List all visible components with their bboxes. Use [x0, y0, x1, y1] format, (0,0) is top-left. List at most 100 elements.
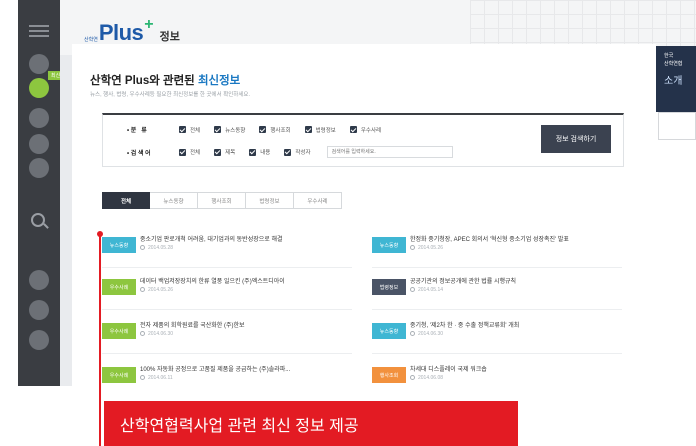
people-icon[interactable]: [29, 134, 49, 154]
news-date: 2014.06.08: [410, 375, 443, 381]
checkbox-icon: [349, 126, 357, 133]
row-divider: [102, 267, 352, 268]
search-checkbox-content[interactable]: 내용: [249, 148, 270, 156]
news-title[interactable]: 중소기업 판로개척 어려움, 대기업과의 동반성장으로 해결: [140, 234, 282, 243]
news-item[interactable]: 뉴스동향 중기청, '제2차 한 · 중 수출 정책교류회' 개최 2014.06.…: [372, 317, 612, 347]
type-checkbox-law[interactable]: 법령정보: [304, 126, 336, 134]
type-checkbox-event[interactable]: 행사조회: [259, 126, 291, 134]
right-banner-card[interactable]: [658, 112, 696, 140]
news-item[interactable]: 법령정보 공공기관의 정보공개에 관한 법률 시행규칙 2014.05.14: [372, 273, 612, 303]
home-icon[interactable]: [29, 158, 49, 178]
news-date-text: 2014.06.08: [418, 375, 444, 381]
search-checkbox-title[interactable]: 제목: [214, 148, 235, 156]
type-checkbox-all[interactable]: 전체: [179, 126, 200, 134]
search-filter-label: • 검 색 어: [127, 150, 151, 157]
checkbox-icon: [304, 126, 312, 133]
right-banner-line1: 한국: [664, 53, 674, 59]
user-icon[interactable]: [29, 300, 49, 320]
caption-banner: 산학연협력사업 관련 최신 정보 제공: [104, 401, 518, 446]
callout-dot: [97, 231, 103, 237]
tab-cases[interactable]: 우수사례: [294, 192, 342, 209]
news-date-text: 2014.06.30: [148, 331, 174, 337]
news-date: 2014.06.11: [140, 375, 173, 381]
clock-icon: [410, 287, 415, 292]
logo-section-name: 정보: [159, 31, 180, 43]
news-date: 2014.05.28: [140, 245, 173, 251]
news-date-text: 2014.06.11: [148, 375, 173, 381]
news-item[interactable]: 행사조회 차세대 디스플레이 국제 워크숍 2014.06.08: [372, 361, 612, 391]
chat-icon[interactable]: [29, 108, 49, 128]
checkbox-icon: [214, 148, 222, 156]
page-subtitle: 뉴스, 행사, 법령, 우수사례등 필요한 최신정보를 한 곳에서 확인하세요.: [90, 92, 251, 98]
row-divider: [102, 353, 352, 354]
news-date-text: 2014.05.26: [148, 287, 174, 293]
logo-plus-icon: +: [144, 16, 154, 33]
chart-icon[interactable]: [29, 54, 49, 74]
news-item[interactable]: 우수사례 100% 자동화 공정으로 고품질 제품을 공급하는 (주)솔라파...…: [102, 361, 342, 391]
tab-all[interactable]: 전체: [102, 192, 150, 209]
search-checkbox-all[interactable]: 전체: [179, 148, 200, 156]
page-title-highlight: 최신정보: [197, 75, 241, 87]
tab-news[interactable]: 뉴스동향: [150, 192, 198, 209]
category-badge: 뉴스동향: [102, 237, 136, 253]
news-date-text: 2014.05.14: [418, 287, 444, 293]
news-item[interactable]: 우수사례 데이터 백업저장장치의 한류 열풍 일으킨 (주)엑스트디아이 2014.…: [102, 273, 342, 303]
search-button[interactable]: 정보 검색하기: [541, 125, 611, 153]
search-filter-row: • 검 색 어 전체 제목 내용 작성자: [127, 146, 453, 158]
type-checkbox-case[interactable]: 우수사례: [349, 126, 381, 134]
category-badge: 행사조회: [372, 367, 406, 383]
checkbox-icon: [179, 126, 186, 133]
search-icon[interactable]: [31, 213, 45, 227]
news-title[interactable]: 전자 제품의 회학원료를 국산화한 (주)한보: [140, 320, 245, 329]
logo-small-text: 산학연: [84, 37, 98, 43]
checkbox-icon: [284, 148, 292, 156]
news-title[interactable]: 100% 자동화 공정으로 고품질 제품을 공급하는 (주)솔라파...: [140, 364, 290, 373]
site-logo[interactable]: 산학연 Plus + 정보: [84, 17, 180, 44]
left-sidebar: 최신정보: [18, 0, 73, 386]
checkbox-icon: [249, 148, 257, 156]
news-title[interactable]: 차세대 디스플레이 국제 워크숍: [410, 364, 487, 373]
clock-icon: [410, 245, 415, 250]
news-date-text: 2014.06.30: [418, 331, 444, 337]
row-divider: [372, 353, 622, 354]
search-input[interactable]: [326, 146, 453, 158]
right-banner-line2: 산학연협: [664, 61, 683, 67]
news-title[interactable]: 데이터 백업저장장치의 한류 열풍 일으킨 (주)엑스트디아이: [140, 276, 285, 285]
news-date: 2014.05.26: [410, 245, 443, 251]
category-badge: 뉴스동향: [372, 237, 406, 253]
help-icon[interactable]: [29, 330, 49, 350]
news-title[interactable]: 중기청, '제2차 한 · 중 수출 정책교류회' 개최: [410, 320, 519, 329]
clock-icon: [140, 245, 145, 250]
category-badge: 법령정보: [372, 279, 406, 295]
right-banner-big: 소개: [664, 76, 683, 87]
clock-icon: [410, 375, 415, 380]
building-icon[interactable]: [29, 78, 49, 98]
news-title[interactable]: 한정화 중기청장, APEC 회의서 '혁신형 중소기업 성장촉진' 발표: [410, 234, 569, 243]
news-date-text: 2014.05.26: [418, 245, 444, 251]
news-date: 2014.06.30: [410, 331, 443, 337]
lock-icon[interactable]: [29, 270, 49, 290]
row-divider: [102, 309, 352, 310]
category-badge: 우수사례: [102, 279, 136, 295]
news-item[interactable]: 뉴스동향 중소기업 판로개척 어려움, 대기업과의 동반성장으로 해결 2014.0…: [102, 231, 342, 261]
row-divider: [372, 309, 622, 310]
type-checkbox-news[interactable]: 뉴스동향: [214, 126, 245, 134]
content-card: 산학연 Plus와 관련된 최신정보 뉴스, 행사, 법령, 우수사례등 필요한…: [72, 44, 656, 386]
news-date-text: 2014.05.28: [148, 245, 174, 251]
clock-icon: [140, 331, 145, 336]
menu-icon[interactable]: [29, 22, 49, 42]
checkbox-icon: [179, 148, 186, 156]
news-item[interactable]: 우수사례 전자 제품의 회학원료를 국산화한 (주)한보 2014.06.30: [102, 317, 342, 347]
right-banner[interactable]: 한국 산학연협 소개: [656, 46, 696, 112]
news-item[interactable]: 뉴스동향 한정화 중기청장, APEC 회의서 '혁신형 중소기업 성장촉진' 발…: [372, 231, 612, 261]
search-checkbox-author[interactable]: 작성자: [284, 148, 311, 156]
news-title[interactable]: 공공기관의 정보공개에 관한 법률 시행규칙: [410, 276, 516, 285]
tab-laws[interactable]: 법령정보: [246, 192, 294, 209]
tab-events[interactable]: 행사조회: [198, 192, 246, 209]
news-date: 2014.05.26: [140, 287, 173, 293]
clock-icon: [140, 287, 145, 292]
type-filter-row: • 분 류 전체 뉴스동향 행사조회 법령정보 우수사례: [127, 125, 395, 134]
checkbox-icon: [259, 126, 267, 133]
news-date: 2014.05.14: [410, 287, 443, 293]
category-badge: 우수사례: [102, 323, 136, 339]
